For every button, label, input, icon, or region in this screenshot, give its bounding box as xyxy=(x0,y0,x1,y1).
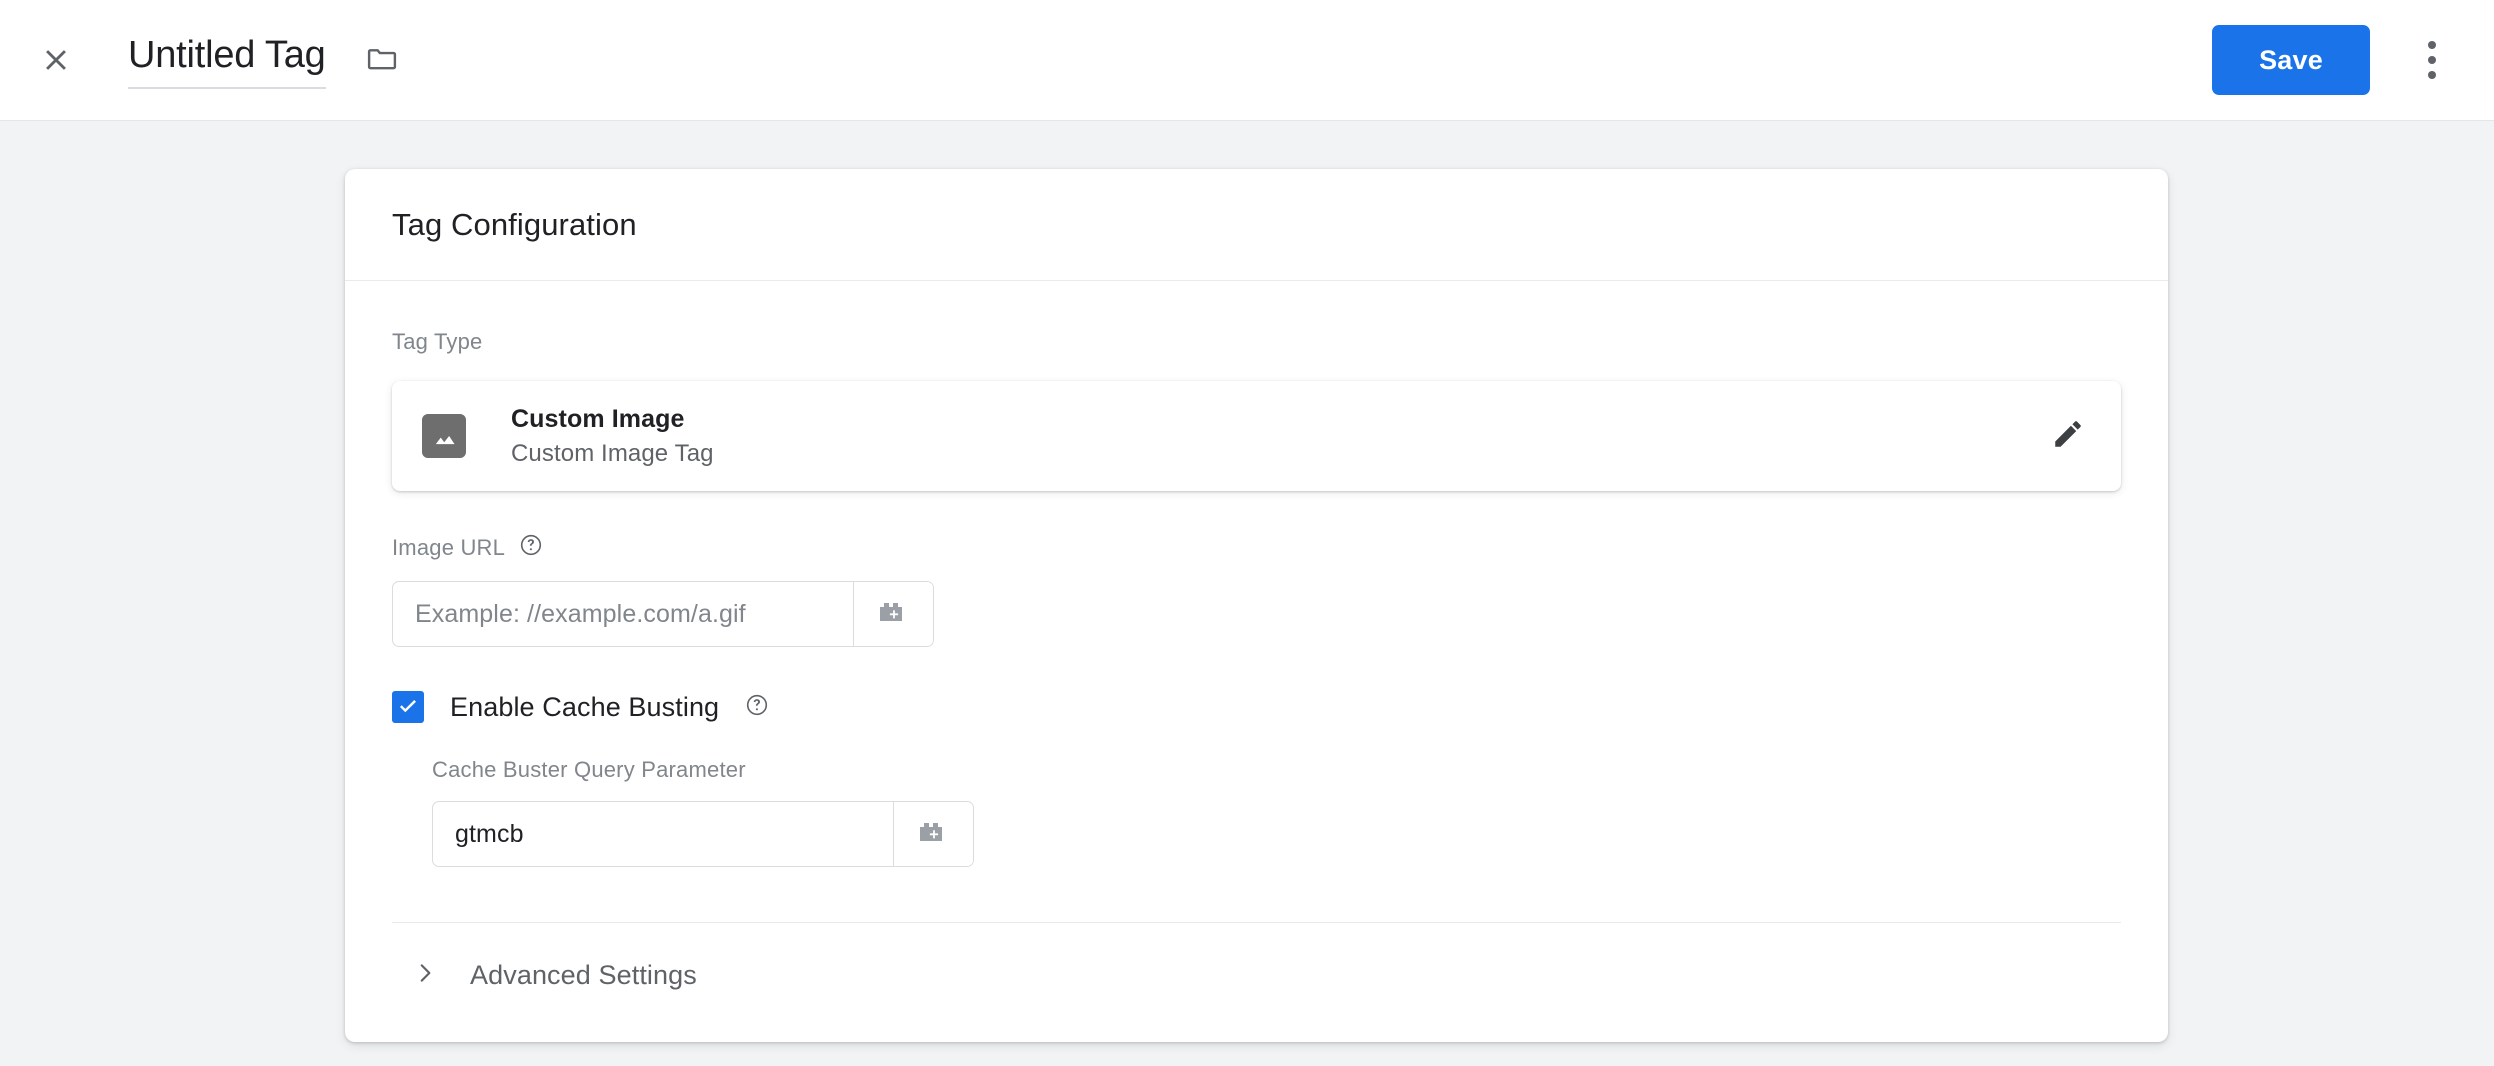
tag-title-input[interactable]: Untitled Tag xyxy=(128,31,326,89)
more-vert-icon-dot xyxy=(2428,71,2436,79)
card-body: Tag Type Custom Image Custom Image Tag I… xyxy=(345,281,2168,1027)
tag-configuration-card: Tag Configuration Tag Type Custom Image … xyxy=(345,169,2168,1042)
help-circle-icon[interactable] xyxy=(745,693,769,722)
enable-cache-busting-label: Enable Cache Busting xyxy=(450,691,720,722)
help-circle-icon[interactable] xyxy=(519,533,543,563)
chevron-right-icon xyxy=(412,960,438,991)
image-url-field: Image URL xyxy=(392,533,2121,647)
save-button[interactable]: Save xyxy=(2212,25,2370,95)
image-url-input-row xyxy=(392,581,934,647)
cache-buster-param-field: Cache Buster Query Parameter xyxy=(432,757,2121,867)
folder-icon xyxy=(365,41,399,80)
image-url-variable-button[interactable] xyxy=(853,582,933,646)
content-area: Tag Configuration Tag Type Custom Image … xyxy=(0,121,2494,1066)
tag-type-name: Custom Image xyxy=(511,404,685,433)
tag-type-description: Custom Image Tag xyxy=(511,439,714,467)
tag-type-selector[interactable]: Custom Image Custom Image Tag xyxy=(392,381,2121,491)
insert-variable-icon xyxy=(877,597,911,632)
insert-variable-icon xyxy=(917,817,951,852)
cache-buster-param-input[interactable] xyxy=(433,802,893,866)
close-button[interactable] xyxy=(32,36,80,84)
tag-type-label: Tag Type xyxy=(392,329,2121,355)
tag-type-label-text: Tag Type xyxy=(392,329,483,354)
image-url-input[interactable] xyxy=(393,582,853,646)
pencil-icon xyxy=(2051,417,2085,456)
advanced-settings-label: Advanced Settings xyxy=(470,959,697,990)
edit-tag-type-button[interactable] xyxy=(2043,411,2093,461)
image-url-label-text: Image URL xyxy=(392,535,506,560)
cache-buster-variable-button[interactable] xyxy=(893,802,973,866)
enable-cache-busting-checkbox-row[interactable]: Enable Cache Busting xyxy=(392,691,2121,723)
enable-cache-busting-checkbox[interactable] xyxy=(392,691,424,723)
advanced-settings-toggle[interactable]: Advanced Settings xyxy=(392,923,2121,1027)
folder-button[interactable] xyxy=(360,38,404,82)
more-options-button[interactable] xyxy=(2408,28,2456,92)
more-vert-icon xyxy=(2428,41,2436,49)
card-header: Tag Configuration xyxy=(345,169,2168,281)
top-app-bar: Untitled Tag Save xyxy=(0,0,2494,121)
tag-type-text: Custom Image Custom Image Tag xyxy=(511,405,2043,468)
close-icon xyxy=(39,43,73,77)
cache-buster-param-input-row xyxy=(432,801,974,867)
image-url-label: Image URL xyxy=(392,533,2121,563)
image-icon xyxy=(422,414,466,458)
more-vert-icon-dot xyxy=(2428,56,2436,64)
tag-title-group: Untitled Tag xyxy=(128,31,404,89)
cache-buster-param-label: Cache Buster Query Parameter xyxy=(432,757,746,782)
page-title: Tag Configuration xyxy=(392,206,637,242)
